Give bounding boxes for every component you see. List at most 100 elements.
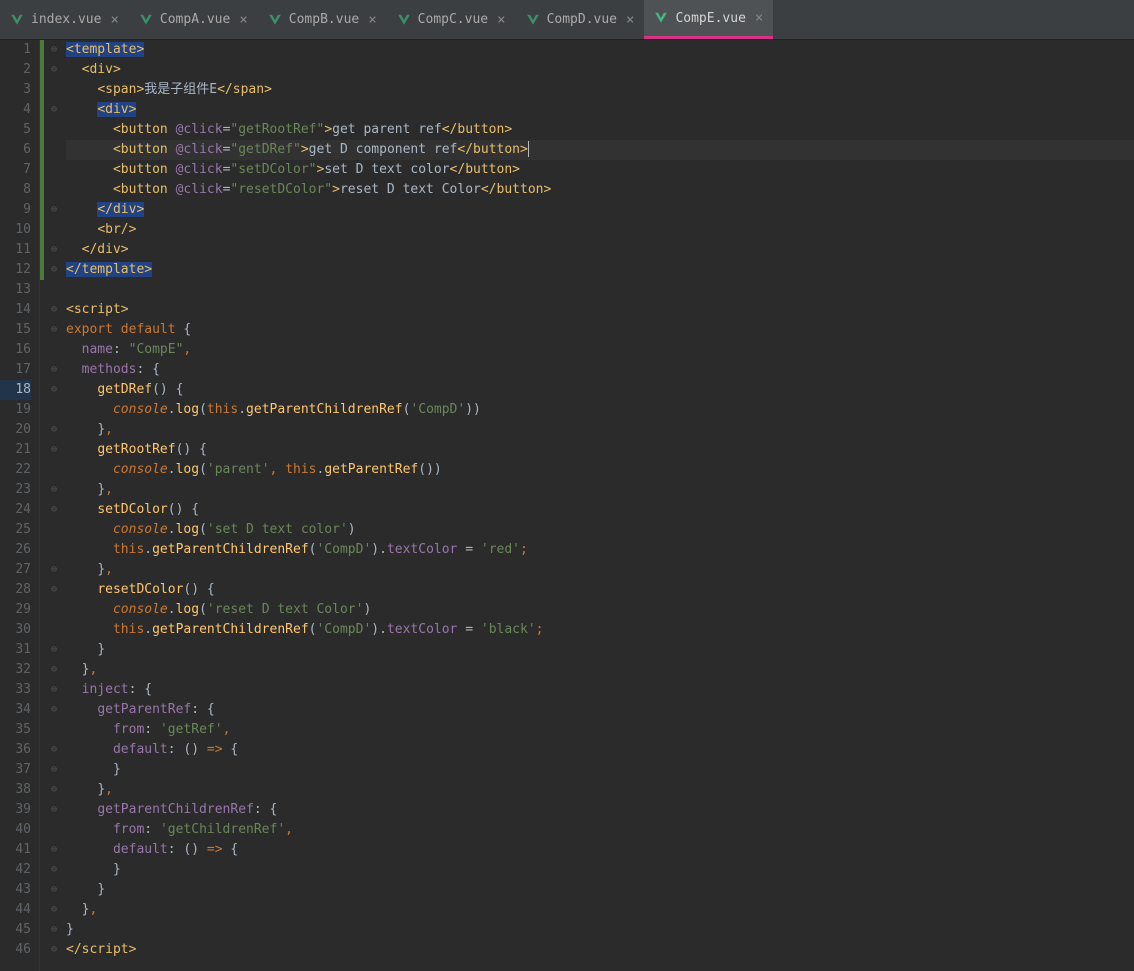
line-number[interactable]: 46 bbox=[0, 940, 31, 960]
code-line[interactable]: </div> bbox=[66, 240, 1134, 260]
code-line[interactable]: from: 'getChildrenRef', bbox=[66, 820, 1134, 840]
fold-marker[interactable]: ⊖ bbox=[44, 940, 64, 960]
fold-marker[interactable]: ⊖ bbox=[44, 840, 64, 860]
fold-gutter[interactable]: ⊖⊖⊖⊖⊖⊖⊖⊖⊖⊖⊖⊖⊖⊖⊖⊖⊖⊖⊖⊖⊖⊖⊖⊖⊖⊖⊖⊖⊖⊖ bbox=[44, 40, 64, 971]
line-number[interactable]: 43 bbox=[0, 880, 31, 900]
line-number[interactable]: 40 bbox=[0, 820, 31, 840]
fold-marker[interactable]: ⊖ bbox=[44, 480, 64, 500]
fold-marker[interactable]: ⊖ bbox=[44, 100, 64, 120]
line-number[interactable]: 14 bbox=[0, 300, 31, 320]
line-number-gutter[interactable]: 1234567891011121314151617181920212223242… bbox=[0, 40, 40, 971]
code-line[interactable]: console.log('parent', this.getParentRef(… bbox=[66, 460, 1134, 480]
line-number[interactable]: 4 bbox=[0, 100, 31, 120]
fold-marker[interactable]: ⊖ bbox=[44, 360, 64, 380]
code-line[interactable] bbox=[66, 280, 1134, 300]
line-number[interactable]: 12 bbox=[0, 260, 31, 280]
line-number[interactable]: 5 bbox=[0, 120, 31, 140]
code-line[interactable]: name: "CompE", bbox=[66, 340, 1134, 360]
line-number[interactable]: 17 bbox=[0, 360, 31, 380]
close-icon[interactable]: × bbox=[497, 12, 505, 28]
code-line[interactable]: } bbox=[66, 920, 1134, 940]
line-number[interactable]: 15 bbox=[0, 320, 31, 340]
code-line[interactable]: <div> bbox=[66, 60, 1134, 80]
fold-marker[interactable]: ⊖ bbox=[44, 260, 64, 280]
line-number[interactable]: 39 bbox=[0, 800, 31, 820]
line-number[interactable]: 26 bbox=[0, 540, 31, 560]
code-line[interactable]: this.getParentChildrenRef('CompD').textC… bbox=[66, 620, 1134, 640]
line-number[interactable]: 38 bbox=[0, 780, 31, 800]
code-line[interactable]: <template> bbox=[66, 40, 1134, 60]
line-number[interactable]: 44 bbox=[0, 900, 31, 920]
close-icon[interactable]: × bbox=[110, 12, 118, 28]
code-line[interactable]: getRootRef() { bbox=[66, 440, 1134, 460]
code-line[interactable]: resetDColor() { bbox=[66, 580, 1134, 600]
close-icon[interactable]: × bbox=[626, 12, 634, 28]
tab-CompC-vue[interactable]: CompC.vue× bbox=[387, 0, 516, 39]
code-line[interactable]: <button @click="getDRef">get D component… bbox=[66, 140, 1134, 160]
fold-marker[interactable]: ⊖ bbox=[44, 920, 64, 940]
tab-CompA-vue[interactable]: CompA.vue× bbox=[129, 0, 258, 39]
code-line[interactable]: default: () => { bbox=[66, 840, 1134, 860]
line-number[interactable]: 16 bbox=[0, 340, 31, 360]
code-line[interactable]: <script> bbox=[66, 300, 1134, 320]
fold-marker[interactable]: ⊖ bbox=[44, 300, 64, 320]
fold-marker[interactable]: ⊖ bbox=[44, 800, 64, 820]
line-number[interactable]: 30 bbox=[0, 620, 31, 640]
code-line[interactable]: <button @click="setDColor">set D text co… bbox=[66, 160, 1134, 180]
line-number[interactable]: 20 bbox=[0, 420, 31, 440]
line-number[interactable]: 45 bbox=[0, 920, 31, 940]
fold-marker[interactable]: ⊖ bbox=[44, 700, 64, 720]
code-line[interactable]: <button @click="resetDColor">reset D tex… bbox=[66, 180, 1134, 200]
line-number[interactable]: 42 bbox=[0, 860, 31, 880]
code-line[interactable]: default: () => { bbox=[66, 740, 1134, 760]
line-number[interactable]: 35 bbox=[0, 720, 31, 740]
code-line[interactable]: <div> bbox=[66, 100, 1134, 120]
line-number[interactable]: 33 bbox=[0, 680, 31, 700]
fold-marker[interactable]: ⊖ bbox=[44, 380, 64, 400]
code-line[interactable]: getDRef() { bbox=[66, 380, 1134, 400]
line-number[interactable]: 6 bbox=[0, 140, 31, 160]
line-number[interactable]: 36 bbox=[0, 740, 31, 760]
tab-CompD-vue[interactable]: CompD.vue× bbox=[516, 0, 645, 39]
fold-marker[interactable]: ⊖ bbox=[44, 500, 64, 520]
line-number[interactable]: 9 bbox=[0, 200, 31, 220]
code-line[interactable]: this.getParentChildrenRef('CompD').textC… bbox=[66, 540, 1134, 560]
code-line[interactable]: <button @click="getRootRef">get parent r… bbox=[66, 120, 1134, 140]
line-number[interactable]: 1 bbox=[0, 40, 31, 60]
fold-marker[interactable]: ⊖ bbox=[44, 680, 64, 700]
close-icon[interactable]: × bbox=[755, 10, 763, 26]
line-number[interactable]: 10 bbox=[0, 220, 31, 240]
fold-marker[interactable]: ⊖ bbox=[44, 580, 64, 600]
code-line[interactable]: export default { bbox=[66, 320, 1134, 340]
code-line[interactable]: } bbox=[66, 880, 1134, 900]
code-line[interactable]: </div> bbox=[66, 200, 1134, 220]
fold-marker[interactable]: ⊖ bbox=[44, 660, 64, 680]
line-number[interactable]: 23 bbox=[0, 480, 31, 500]
fold-marker[interactable]: ⊖ bbox=[44, 60, 64, 80]
line-number[interactable]: 13 bbox=[0, 280, 31, 300]
code-line[interactable]: } bbox=[66, 640, 1134, 660]
code-line[interactable]: } bbox=[66, 860, 1134, 880]
close-icon[interactable]: × bbox=[239, 12, 247, 28]
fold-marker[interactable]: ⊖ bbox=[44, 760, 64, 780]
line-number[interactable]: 27 bbox=[0, 560, 31, 580]
tab-CompB-vue[interactable]: CompB.vue× bbox=[258, 0, 387, 39]
fold-marker[interactable]: ⊖ bbox=[44, 860, 64, 880]
tab-CompE-vue[interactable]: CompE.vue× bbox=[644, 0, 773, 39]
tab-index-vue[interactable]: index.vue× bbox=[0, 0, 129, 39]
fold-marker[interactable]: ⊖ bbox=[44, 320, 64, 340]
fold-marker[interactable]: ⊖ bbox=[44, 640, 64, 660]
line-number[interactable]: 29 bbox=[0, 600, 31, 620]
code-line[interactable]: methods: { bbox=[66, 360, 1134, 380]
line-number[interactable]: 21 bbox=[0, 440, 31, 460]
code-line[interactable]: }, bbox=[66, 480, 1134, 500]
line-number[interactable]: 3 bbox=[0, 80, 31, 100]
close-icon[interactable]: × bbox=[368, 12, 376, 28]
code-line[interactable]: </template> bbox=[66, 260, 1134, 280]
line-number[interactable]: 25 bbox=[0, 520, 31, 540]
fold-marker[interactable]: ⊖ bbox=[44, 880, 64, 900]
code-area[interactable]: <template> <div> <span>我是子组件E</span> <di… bbox=[64, 40, 1134, 971]
code-line[interactable]: console.log('reset D text Color') bbox=[66, 600, 1134, 620]
fold-marker[interactable]: ⊖ bbox=[44, 240, 64, 260]
code-line[interactable]: <br/> bbox=[66, 220, 1134, 240]
